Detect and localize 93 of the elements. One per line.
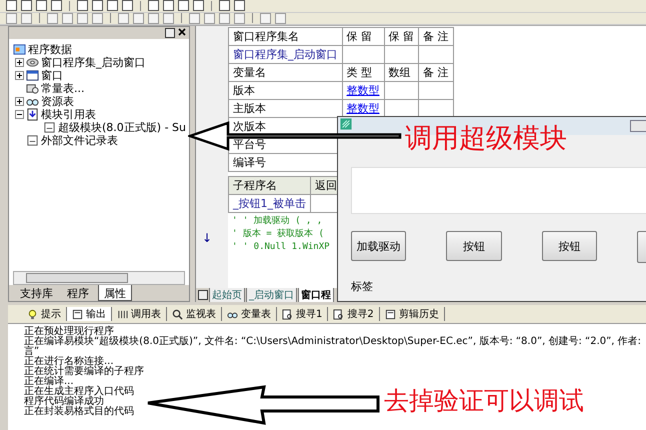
toolbar-icon[interactable] (163, 0, 174, 12)
tree-item[interactable]: 窗口 (41, 68, 63, 83)
tree-item[interactable]: 超级模块(8.0正式版) - Su (58, 120, 186, 135)
document-icon (26, 134, 39, 147)
lightbulb-icon (27, 308, 38, 320)
editor-tab[interactable]: 窗口程 (298, 288, 334, 302)
toolbar-icon[interactable] (178, 0, 189, 12)
gutter-marker: ↓ (202, 231, 212, 245)
document-icon (72, 308, 83, 320)
toolbar-icon[interactable] (122, 0, 133, 12)
log-line: 正在统计需要编译的子程序 (24, 367, 145, 377)
table-cell: 版本 (228, 82, 342, 100)
column-header: 变量名 (228, 64, 342, 82)
restore-icon[interactable] (165, 28, 175, 38)
column-header: 备 注 (418, 64, 453, 82)
output-tab[interactable]: 搜寻2 (328, 307, 380, 321)
column-header: 保 留 (342, 28, 384, 46)
tree-item[interactable]: 程序数据 (28, 42, 72, 57)
editor-tab[interactable]: 起始页 (209, 288, 245, 302)
column-header: 子程序名 (228, 176, 310, 194)
annotation-text: 调用超级模块 (405, 122, 567, 156)
toolbar-icon[interactable] (92, 0, 103, 12)
tree-item[interactable]: 常量表... (41, 81, 84, 96)
toolbar-icon[interactable] (219, 0, 230, 12)
code-line: ' ' 0.Null 1.WinXP (232, 242, 330, 252)
toolbar-icon[interactable] (6, 0, 17, 12)
toolbar-icon[interactable] (77, 0, 88, 12)
tree-item[interactable]: 窗口程序集_启动窗口 (41, 55, 146, 70)
text-field[interactable] (351, 167, 646, 214)
column-header: 保 留 (384, 28, 418, 46)
table-cell: 整数型 (342, 82, 384, 100)
output-tab[interactable]: 剪辑历史 (380, 307, 445, 321)
document-icon (43, 121, 56, 134)
toolbar-icon[interactable] (193, 0, 204, 12)
panel-tab[interactable]: 属性 (98, 285, 132, 301)
log-line: 正在进行名称连接... (24, 357, 114, 367)
log-line: 正在生成主程序入口代码 (24, 387, 135, 397)
column-header: 窗口程序集名 (228, 28, 342, 46)
expand-icon[interactable] (15, 97, 24, 106)
column-header: 类 型 (342, 64, 384, 82)
minimize-icon[interactable] (630, 120, 646, 132)
code-line: ' 版本 = 获取版本 ( (232, 229, 324, 239)
output-tab[interactable]: 变量表 (222, 307, 277, 321)
log-line: 正在封装易格式目的代码 (24, 407, 135, 417)
dialog-button[interactable]: 按钮 (542, 231, 597, 261)
dialog-button[interactable]: 按钮 (446, 231, 502, 261)
log-line: 正在编译易模块“超级模块(8.0正式版)”, 文件名: “C:\Users\Administrator\Desktop\Super-EC.ec”, 版本号: “8.0”, 创建号: “2.0”, 作者: (24, 337, 642, 347)
table-cell (384, 82, 418, 100)
window-icon (26, 69, 39, 82)
tree-item[interactable]: 外部文件记录表 (41, 133, 118, 148)
table-cell (418, 82, 453, 100)
output-tab[interactable]: 搜寻1 (277, 307, 328, 321)
dialog-button[interactable]: 加载驱动 (351, 231, 406, 261)
tree-item[interactable]: 资源表 (41, 94, 74, 109)
toolbar-icon[interactable] (107, 0, 118, 12)
horizontal-scrollbar[interactable] (13, 271, 185, 285)
table-cell: 主版本 (228, 100, 342, 118)
label-text: 标签 (351, 279, 374, 294)
expand-icon[interactable] (15, 71, 24, 80)
tree-item[interactable]: 模块引用表 (41, 107, 96, 122)
app-icon (340, 118, 352, 130)
table-cell: _按钮1_被单击 (228, 194, 310, 212)
log-line: 言” (24, 347, 40, 357)
column-header: 备 注 (418, 28, 453, 46)
output-tab[interactable]: 监视表 (167, 307, 222, 321)
panel-tab[interactable]: 支持库 (15, 285, 58, 301)
folder-icon (13, 43, 26, 56)
grid-icon (117, 308, 128, 320)
expand-icon[interactable] (15, 58, 24, 67)
log-line: 正在预处理现行程序 (24, 327, 114, 337)
document-icon (384, 308, 396, 320)
annotation-text: 去掉验证可以调试 (384, 385, 584, 417)
log-line: 正在编译... (24, 377, 74, 387)
close-icon[interactable] (178, 28, 186, 36)
toolbar-icon[interactable] (148, 0, 159, 12)
toolbar-icon[interactable] (21, 0, 32, 12)
download-icon (26, 108, 39, 121)
toolbar-icon[interactable] (51, 0, 62, 12)
scroll-left-icon[interactable] (198, 290, 208, 300)
search-icon (172, 308, 183, 320)
collapse-icon[interactable] (15, 110, 24, 119)
editor-tab[interactable]: _启动窗口 (246, 288, 297, 302)
toolbar-icon[interactable] (234, 0, 245, 12)
output-tab[interactable]: 调用表 (112, 307, 167, 321)
panel-tab[interactable]: 程序 (62, 285, 94, 301)
code-line: ' ' 加载驱动 ( , , (232, 216, 322, 226)
log-line: 程序代码编译成功 (24, 397, 104, 407)
output-tab[interactable]: 输出 (67, 307, 112, 321)
find-icon (282, 308, 293, 320)
column-header: 数组 (384, 64, 418, 82)
disc-icon (26, 56, 39, 69)
toolbar-icon[interactable] (36, 0, 47, 12)
find-icon (333, 308, 344, 320)
